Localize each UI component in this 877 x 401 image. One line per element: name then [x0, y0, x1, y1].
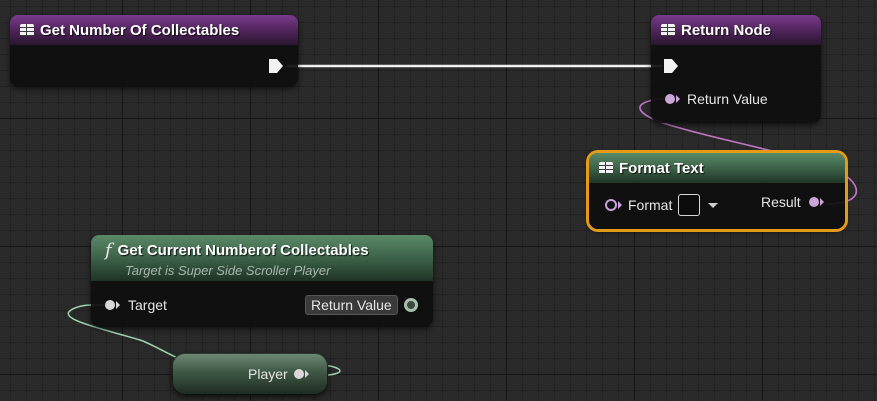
- text-pin-icon[interactable]: [665, 94, 675, 104]
- pin-format[interactable]: Format: [605, 194, 719, 216]
- node-header[interactable]: Get Number Of Collectables: [10, 15, 298, 45]
- format-text-input[interactable]: [678, 194, 701, 216]
- dropdown-caret-icon[interactable]: [708, 202, 719, 208]
- text-pin-icon[interactable]: [605, 199, 617, 211]
- table-icon: [661, 24, 675, 36]
- pin-arrow-icon: [618, 201, 622, 209]
- pin-player[interactable]: Player: [248, 366, 309, 382]
- pin-target[interactable]: Target: [105, 297, 167, 313]
- node-return[interactable]: Return Node Return Value: [651, 15, 821, 123]
- pin-result[interactable]: Result: [761, 194, 824, 210]
- node-get-current-number-of-collectables[interactable]: f Get Current Numberof Collectables Targ…: [91, 235, 433, 327]
- node-format-text[interactable]: Format Text Format Result: [589, 153, 845, 229]
- table-icon: [599, 162, 613, 174]
- node-player-variable[interactable]: Player: [172, 353, 328, 395]
- pin-label: Target: [128, 297, 167, 313]
- node-get-number-of-collectables[interactable]: Get Number Of Collectables: [10, 15, 298, 87]
- object-pin-icon[interactable]: [293, 369, 304, 379]
- object-pin-icon[interactable]: [105, 300, 115, 310]
- exec-out-pin-icon[interactable]: [268, 58, 284, 74]
- pin-label: Return Value: [305, 295, 398, 315]
- pin-label: Format: [628, 197, 673, 213]
- pin-arrow-icon: [304, 370, 309, 378]
- pin-label: Result: [761, 194, 801, 210]
- variable-label: Player: [248, 366, 288, 382]
- node-header[interactable]: Format Text: [589, 153, 845, 183]
- node-title: Get Current Numberof Collectables: [117, 242, 369, 259]
- pin-arrow-icon: [819, 198, 824, 206]
- node-title: Format Text: [619, 159, 704, 177]
- text-pin-icon[interactable]: [808, 197, 819, 207]
- node-header[interactable]: f Get Current Numberof Collectables Targ…: [91, 235, 433, 281]
- int-pin-icon[interactable]: [403, 298, 418, 312]
- pin-return-value[interactable]: Return Value: [305, 295, 418, 315]
- pin-label: Return Value: [687, 91, 768, 107]
- exec-in-pin-icon[interactable]: [663, 58, 679, 74]
- pin-arrow-icon: [676, 95, 680, 103]
- node-title: Get Number Of Collectables: [40, 21, 240, 39]
- function-icon: f: [105, 240, 112, 261]
- table-icon: [20, 24, 34, 36]
- node-subtitle: Target is Super Side Scroller Player: [125, 263, 331, 278]
- node-title: Return Node: [681, 21, 771, 39]
- pin-return-value[interactable]: Return Value: [665, 91, 768, 107]
- pin-arrow-icon: [116, 301, 120, 309]
- node-header[interactable]: Return Node: [651, 15, 821, 45]
